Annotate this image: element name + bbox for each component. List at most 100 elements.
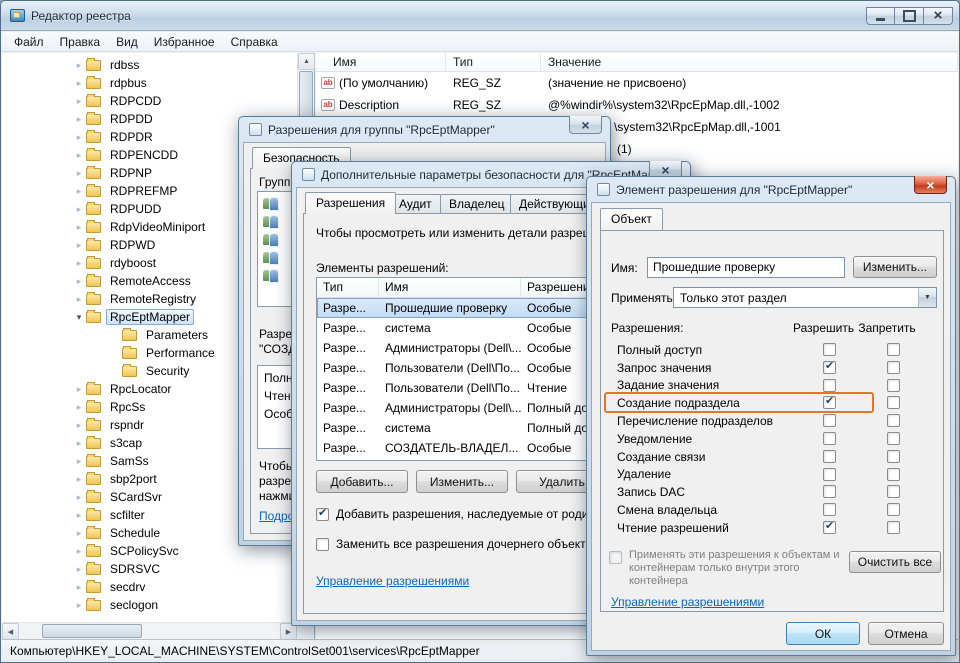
deny-checkbox[interactable] <box>887 431 900 445</box>
deny-checkbox[interactable] <box>887 378 900 392</box>
dialog-titlebar[interactable]: Элемент разрешения для "RpcEptMapper" <box>591 176 951 202</box>
deny-checkbox[interactable] <box>887 520 900 534</box>
value-row[interactable]: (По умолчанию) REG_SZ (значение не присв… <box>316 72 958 94</box>
expander-icon[interactable] <box>72 168 86 179</box>
allow-checkbox[interactable] <box>823 431 836 445</box>
dropdown-icon[interactable] <box>918 288 936 307</box>
allow-checkbox[interactable] <box>823 394 836 410</box>
tree-item[interactable]: secdrv <box>2 578 297 596</box>
folder-icon <box>86 507 101 521</box>
column-header-name[interactable]: Имя <box>379 278 521 297</box>
allow-checkbox[interactable] <box>823 378 836 392</box>
tab-object[interactable]: Объект <box>600 208 663 230</box>
deny-checkbox[interactable] <box>887 449 900 463</box>
change-name-button[interactable]: Изменить... <box>853 256 937 278</box>
allow-checkbox[interactable] <box>823 519 836 534</box>
tree-horizontal-scrollbar[interactable] <box>2 622 297 640</box>
scroll-up-button[interactable] <box>298 53 315 70</box>
column-header-value[interactable]: Значение <box>541 53 958 71</box>
expander-icon[interactable] <box>72 186 86 197</box>
expander-icon[interactable] <box>72 402 86 413</box>
tree-item-label: SamSs <box>110 454 149 468</box>
expander-icon[interactable] <box>72 150 86 161</box>
expander-icon[interactable] <box>72 312 86 323</box>
allow-checkbox[interactable] <box>823 449 836 463</box>
tree-item[interactable]: RDPCDD <box>2 92 297 110</box>
scroll-left-button[interactable] <box>2 623 19 640</box>
expander-icon[interactable] <box>72 384 86 395</box>
expander-icon[interactable] <box>72 438 86 449</box>
close-button[interactable] <box>569 116 602 134</box>
tree-item[interactable]: rdpbus <box>2 74 297 92</box>
allow-checkbox[interactable] <box>823 467 836 481</box>
menu-item[interactable]: Файл <box>6 33 52 51</box>
allow-checkbox[interactable] <box>823 343 836 356</box>
edit-button[interactable]: Изменить... <box>416 470 508 493</box>
tree-item[interactable]: seclogon <box>2 596 297 614</box>
expander-icon[interactable] <box>72 564 86 575</box>
deny-checkbox[interactable] <box>887 360 900 374</box>
expander-icon[interactable] <box>72 96 86 107</box>
allow-checkbox[interactable] <box>823 485 836 499</box>
checkbox[interactable] <box>609 551 622 564</box>
checkbox[interactable] <box>316 506 329 521</box>
expander-icon[interactable] <box>72 276 86 287</box>
close-button[interactable] <box>914 176 947 194</box>
expander-icon[interactable] <box>72 582 86 593</box>
horizontal-scroll-thumb[interactable] <box>42 624 142 638</box>
tab-owner[interactable]: Владелец <box>440 194 514 214</box>
menu-item[interactable]: Избранное <box>146 33 223 51</box>
expander-icon[interactable] <box>72 60 86 71</box>
expander-icon[interactable] <box>72 456 86 467</box>
deny-checkbox[interactable] <box>887 396 900 410</box>
dialog-titlebar[interactable]: Разрешения для группы "RpcEptMapper" <box>243 116 606 142</box>
column-header-type[interactable]: Тип <box>317 278 379 297</box>
expander-icon[interactable] <box>72 78 86 89</box>
allow-checkbox[interactable] <box>823 503 836 517</box>
apply-to-select[interactable]: Только этот раздел <box>673 287 937 308</box>
add-button[interactable]: Добавить... <box>316 470 408 493</box>
column-header-type[interactable]: Тип <box>446 53 541 71</box>
expander-icon[interactable] <box>72 132 86 143</box>
deny-checkbox[interactable] <box>887 503 900 517</box>
expander-icon[interactable] <box>72 474 86 485</box>
value-row[interactable]: Description REG_SZ @%windir%\system32\Rp… <box>316 94 958 116</box>
expander-icon[interactable] <box>72 528 86 539</box>
manage-permissions-link[interactable]: Управление разрешениями <box>316 574 469 588</box>
expander-icon[interactable] <box>72 600 86 611</box>
expander-icon[interactable] <box>72 204 86 215</box>
tree-item[interactable]: SDRSVC <box>2 560 297 578</box>
apply-container-checkbox[interactable]: Применять эти разрешения к объектам и ко… <box>609 549 849 589</box>
expander-icon[interactable] <box>72 510 86 521</box>
checkbox[interactable] <box>316 538 329 551</box>
deny-checkbox[interactable] <box>887 343 900 356</box>
close-button[interactable] <box>924 6 953 25</box>
expander-icon[interactable] <box>72 294 86 305</box>
menu-item[interactable]: Вид <box>108 33 146 51</box>
minimize-button[interactable] <box>866 6 895 25</box>
deny-checkbox[interactable] <box>887 467 900 481</box>
menu-item[interactable]: Справка <box>223 33 286 51</box>
manage-permissions-link[interactable]: Управление разрешениями <box>611 595 764 609</box>
name-input[interactable]: Прошедшие проверку <box>647 257 845 278</box>
expander-icon[interactable] <box>72 420 86 431</box>
allow-checkbox[interactable] <box>823 359 836 374</box>
expander-icon[interactable] <box>72 222 86 233</box>
tree-item[interactable]: rdbss <box>2 56 297 74</box>
menu-item[interactable]: Правка <box>52 33 109 51</box>
expander-icon[interactable] <box>72 492 86 503</box>
tab-permissions[interactable]: Разрешения <box>305 192 397 214</box>
clear-all-button[interactable]: Очистить все <box>849 551 941 573</box>
ok-button[interactable]: ОК <box>786 622 860 645</box>
expander-icon[interactable] <box>72 258 86 269</box>
expander-icon[interactable] <box>72 114 86 125</box>
deny-checkbox[interactable] <box>887 485 900 499</box>
expander-icon[interactable] <box>72 546 86 557</box>
deny-checkbox[interactable] <box>887 414 900 428</box>
column-header-name[interactable]: Имя <box>316 53 446 71</box>
maximize-button[interactable] <box>895 6 924 25</box>
expander-icon[interactable] <box>72 240 86 251</box>
tab-audit[interactable]: Аудит <box>390 194 441 214</box>
allow-checkbox[interactable] <box>823 414 836 428</box>
cancel-button[interactable]: Отмена <box>868 622 944 645</box>
